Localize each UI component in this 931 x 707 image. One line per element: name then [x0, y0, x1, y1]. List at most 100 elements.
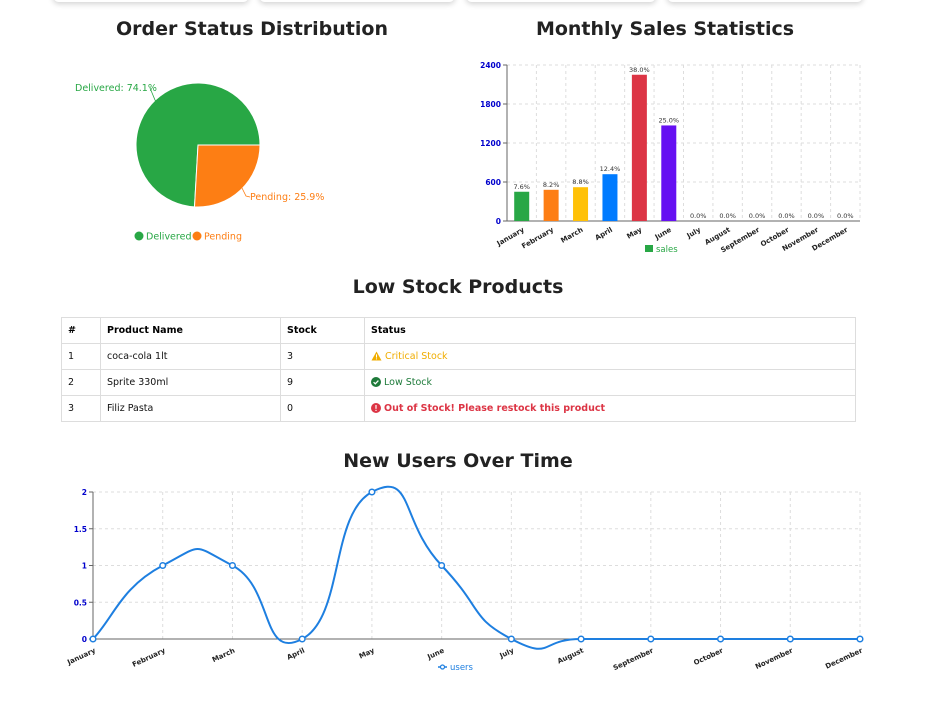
line-xtick-label: September — [612, 646, 655, 672]
line-point-february[interactable] — [159, 561, 167, 570]
pie-label-pending: Pending: 25.9% — [250, 192, 324, 203]
bar-march[interactable] — [573, 187, 589, 221]
bar-data-label: 8.2% — [543, 181, 560, 189]
status-cell: Low Stock — [364, 369, 856, 396]
product-name: coca-cola 1lt — [100, 343, 281, 370]
row-number: 2 — [61, 369, 101, 396]
status-cell: Critical Stock — [364, 343, 856, 370]
bar-xtick-label: July — [685, 226, 703, 241]
pie-chart-title: Order Status Distribution — [116, 18, 388, 40]
bar-chart-title: Monthly Sales Statistics — [535, 18, 795, 40]
col-header-number: # — [61, 317, 101, 344]
bar-june[interactable] — [661, 125, 677, 221]
bar-legend-swatch — [645, 245, 653, 252]
check-circle-icon — [371, 377, 381, 387]
bar-data-label: 0.0% — [778, 212, 795, 220]
pie-chart: Delivered: 74.1% Pending: 25.9% Delivered… — [75, 82, 324, 243]
col-header-status: Status — [364, 317, 856, 344]
bar-february[interactable] — [543, 189, 559, 221]
bar-january[interactable] — [514, 191, 530, 221]
line-xtick-label: March — [211, 647, 236, 665]
line-point-august[interactable] — [577, 635, 585, 643]
line-chart-title: New Users Over Time — [343, 450, 573, 472]
bar-chart: 06001200180024007.6%January8.2%February8… — [480, 61, 861, 255]
line-xtick-label: May — [358, 646, 376, 660]
table-row: 1 coca-cola 1lt 3 Critical Stock — [61, 343, 856, 370]
line-xtick-label: February — [131, 646, 167, 668]
bar-data-label: 0.0% — [719, 212, 736, 220]
status-out-text: Out of Stock! Please restock this produc… — [384, 403, 606, 414]
bar-data-label: 38.0% — [629, 66, 650, 74]
table-row: 2 Sprite 330ml 9 Low Stock — [61, 369, 856, 396]
line-xtick-label: July — [498, 646, 516, 660]
bar-xtick-label: February — [520, 226, 555, 251]
bar-ytick-label: 1200 — [480, 139, 501, 148]
low-stock-table: # Product Name Stock Status 1 coca-cola … — [61, 317, 856, 422]
line-point-september[interactable] — [647, 635, 655, 643]
line-point-april[interactable] — [298, 635, 306, 643]
low-stock-title: Low Stock Products — [352, 276, 564, 298]
bar-ytick-label: 600 — [485, 178, 501, 187]
line-point-january[interactable] — [89, 635, 97, 643]
bar-data-label: 0.0% — [690, 212, 707, 220]
line-xtick-label: December — [824, 646, 864, 670]
top-card-2 — [259, 0, 455, 2]
line-point-march[interactable] — [228, 561, 237, 570]
bar-data-label: 12.4% — [600, 165, 621, 173]
bar-xtick-label: April — [594, 226, 614, 242]
bar-legend-label[interactable]: sales — [656, 245, 678, 255]
product-name: Filiz Pasta — [100, 395, 281, 422]
warning-icon — [371, 351, 382, 361]
bar-data-label: 0.0% — [808, 212, 825, 220]
legend-label-delivered[interactable]: Delivered — [146, 232, 191, 243]
pie-label-delivered: Delivered: 74.1% — [75, 83, 157, 94]
status-cell: Out of Stock! Please restock this produc… — [364, 395, 856, 422]
top-card-1 — [53, 0, 249, 2]
line-point-may[interactable] — [368, 488, 376, 496]
bar-ytick-label: 2400 — [480, 61, 501, 70]
line-xtick-label: August — [556, 646, 585, 665]
bar-data-label: 25.0% — [658, 116, 679, 124]
line-series-users — [92, 485, 860, 650]
line-xtick-label: January — [65, 646, 97, 667]
line-point-december[interactable] — [856, 635, 864, 643]
stock-value: 9 — [280, 369, 365, 396]
line-xtick-label: June — [425, 646, 445, 661]
line-chart: 0 0.5 1 1.5 2 January February March April May Jun… — [65, 485, 864, 673]
bar-data-label: 0.0% — [749, 212, 766, 220]
col-header-product-name: Product Name — [100, 317, 281, 344]
stock-value: 0 — [280, 395, 365, 422]
legend-label-pending[interactable]: Pending — [204, 232, 242, 243]
exclamation-circle-icon — [371, 403, 381, 413]
bar-xtick-label: June — [653, 226, 673, 242]
legend-dot-pending — [192, 231, 202, 241]
line-xtick-label: November — [754, 646, 795, 671]
line-point-november[interactable] — [786, 635, 794, 643]
bar-xtick-label: March — [560, 226, 585, 245]
bar-ytick-label: 1800 — [480, 100, 501, 109]
line-point-october[interactable] — [716, 635, 725, 643]
bar-data-label: 7.6% — [513, 183, 530, 191]
bar-data-label: 8.8% — [572, 178, 589, 186]
status-critical-text: Critical Stock — [385, 351, 448, 362]
line-ytick-label: 2 — [82, 488, 87, 497]
line-legend-marker — [439, 664, 446, 670]
table-header-row: # Product Name Stock Status — [61, 317, 856, 344]
line-xtick-label: October — [692, 646, 724, 667]
table-row: 3 Filiz Pasta 0 Out of Stock! Please res… — [61, 395, 856, 422]
bar-may[interactable] — [631, 74, 647, 221]
row-number: 1 — [61, 343, 101, 370]
line-ytick-label: 1.5 — [74, 525, 87, 534]
line-legend-label[interactable]: users — [450, 663, 474, 673]
row-number: 3 — [61, 395, 101, 422]
bar-xtick-label: May — [625, 226, 643, 241]
line-ytick-label: 1 — [82, 562, 87, 571]
line-point-july[interactable] — [507, 635, 515, 643]
line-ytick-label: 0 — [82, 635, 87, 644]
top-card-3 — [466, 0, 656, 2]
legend-dot-delivered — [134, 231, 144, 241]
line-point-june[interactable] — [438, 561, 446, 570]
bar-april[interactable] — [602, 174, 618, 221]
product-name: Sprite 330ml — [100, 369, 281, 396]
line-xtick-label: April — [286, 647, 306, 662]
